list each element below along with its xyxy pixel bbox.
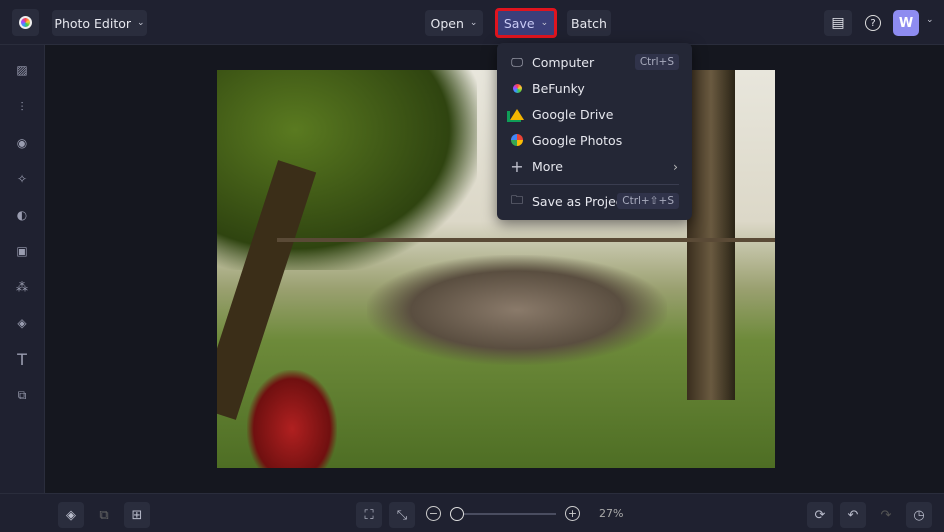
help-button[interactable]: ? [860, 10, 886, 36]
chevron-right-icon: › [673, 158, 678, 174]
zoom-slider-knob[interactable] [449, 507, 464, 521]
zoom-in-icon[interactable]: + [565, 506, 580, 521]
history-icon: ◷ [913, 507, 925, 523]
chevron-down-icon: ⌄ [469, 18, 478, 28]
save-to-google-photos[interactable]: Google Photos [497, 128, 692, 152]
reset-button[interactable]: ⟳ [807, 502, 833, 528]
comment-icon: ▤ [831, 15, 845, 31]
layers-button[interactable]: ◈ [58, 502, 84, 528]
monitor-icon: 🖵 [511, 54, 523, 69]
bottom-bar: ◈ ⧉ ⊞ ⛶ ⤡ − + 27% ⟳ ↶ ↷ ◷ [0, 493, 944, 532]
save-more[interactable]: + More › [497, 154, 692, 178]
plus-icon: + [510, 156, 524, 176]
save-as-project[interactable]: 🗀 Save as Project Ctrl+⇧+S [497, 189, 692, 213]
photo-editor-dropdown[interactable]: Photo Editor ⌄ [52, 10, 147, 36]
history-button[interactable]: ◷ [906, 502, 932, 528]
people-group [367, 255, 667, 365]
save-button[interactable]: Save ⌄ [495, 8, 557, 38]
graphics-icon[interactable]: ⁂ [12, 277, 32, 297]
artsy-palette-icon[interactable]: ◐ [12, 205, 32, 225]
menu-divider [510, 184, 679, 185]
folder-icon: 🗀 [510, 192, 523, 207]
actual-size-button[interactable]: ⤡ [389, 502, 415, 528]
undo-button[interactable]: ↶ [840, 502, 866, 528]
overlay-icon[interactable]: ◈ [12, 313, 32, 333]
frame-icon[interactable]: ▣ [12, 241, 32, 261]
save-to-google-drive[interactable]: Google Drive [497, 102, 692, 126]
railing [277, 238, 775, 242]
zoom-slider[interactable] [449, 507, 556, 521]
text-icon[interactable]: T [12, 349, 32, 369]
google-drive-icon [510, 107, 524, 121]
redo-button[interactable]: ↷ [873, 502, 899, 528]
undo-icon: ↶ [847, 507, 859, 523]
comments-button[interactable]: ▤ [824, 10, 852, 36]
chevron-down-icon: ⌄ [540, 18, 549, 28]
expand-icon: ⛶ [364, 507, 374, 523]
account-chevron-icon[interactable]: ⌄ [926, 15, 934, 25]
person-red [247, 370, 337, 468]
befunky-icon [510, 81, 524, 95]
top-bar: Photo Editor ⌄ Open ⌄ Save ⌄ Batch ▤ ? W ⌄ [0, 0, 944, 45]
eye-icon[interactable]: ◉ [12, 133, 32, 153]
zoom-out-icon[interactable]: − [426, 506, 441, 521]
tree-trunk-right [687, 70, 735, 400]
grid-icon: ⊞ [131, 507, 143, 523]
chevron-down-icon: ⌄ [137, 18, 145, 28]
zoom-level: 27% [599, 507, 624, 520]
image-icon[interactable]: ▨ [12, 60, 32, 80]
open-button[interactable]: Open ⌄ [425, 10, 483, 36]
shrink-icon: ⤡ [396, 507, 408, 523]
adjust-sliders-icon[interactable]: ⫶ [12, 97, 32, 117]
compare-button[interactable]: ⧉ [91, 502, 117, 528]
effects-sparkle-icon[interactable]: ✧ [12, 169, 32, 189]
textures-icon[interactable]: ⧉ [12, 385, 32, 405]
google-photos-icon [510, 133, 524, 147]
save-dropdown-menu: 🖵 Computer Ctrl+S BeFunky Google Drive Goo… [497, 43, 692, 220]
refresh-icon: ⟳ [814, 507, 826, 523]
redo-icon: ↷ [880, 507, 892, 523]
compare-icon: ⧉ [99, 507, 109, 523]
save-to-befunky[interactable]: BeFunky [497, 76, 692, 100]
grid-button[interactable]: ⊞ [124, 502, 150, 528]
befunky-logo[interactable] [12, 9, 39, 36]
fit-screen-button[interactable]: ⛶ [356, 502, 382, 528]
help-icon: ? [865, 15, 881, 31]
layers-icon: ◈ [66, 507, 76, 523]
avatar[interactable]: W [893, 10, 919, 36]
save-to-computer[interactable]: 🖵 Computer Ctrl+S [497, 50, 692, 74]
batch-button[interactable]: Batch [567, 10, 611, 36]
sidebar: ▨ ⫶ ◉ ✧ ◐ ▣ ⁂ ◈ T ⧉ [0, 45, 45, 532]
